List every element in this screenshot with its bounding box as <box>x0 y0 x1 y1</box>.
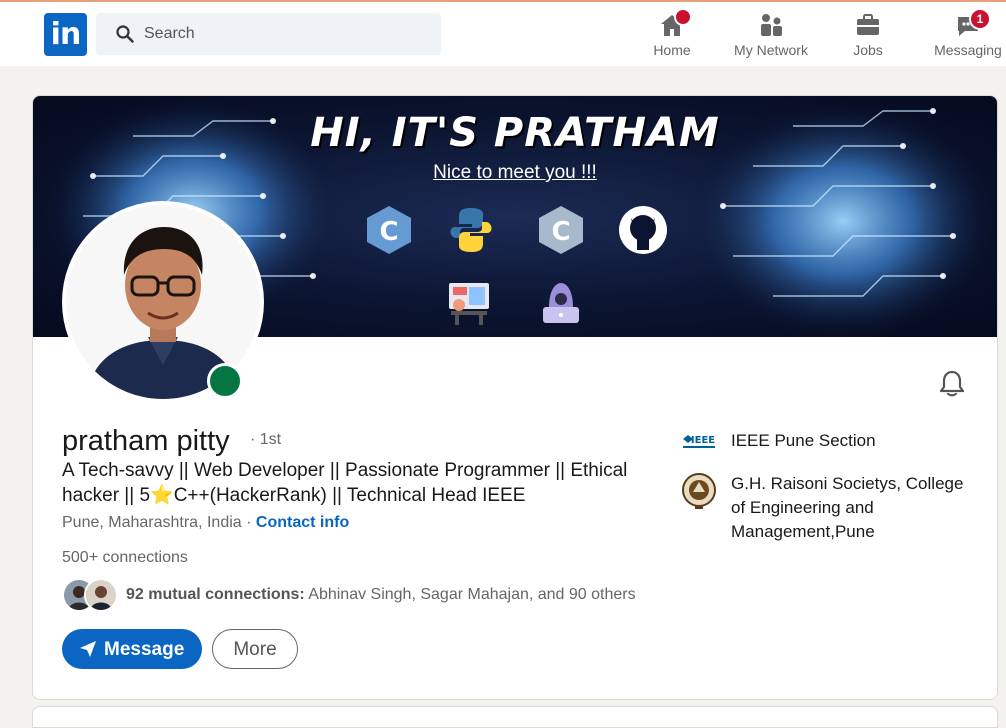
network-icon <box>761 14 782 36</box>
profile-location-row: Pune, Maharashtra, India · Contact info <box>62 514 349 532</box>
nav-item-messaging-label: Messaging <box>934 42 1002 58</box>
message-button-label: Message <box>104 639 185 660</box>
ieee-logo-icon: IEEE <box>681 429 717 463</box>
nav-item-home-label: Home <box>653 42 691 58</box>
mutual-connections-text: 92 mutual connections: Abhinav Singh, Sa… <box>126 586 636 604</box>
mutual-connections-names: Abhinav Singh, Sagar Mahajan, and 90 oth… <box>304 586 636 603</box>
online-status-indicator <box>207 363 243 399</box>
top-navigation-bar: in Home My Network Jobs <box>0 2 1006 66</box>
coding-desk-icon <box>449 283 489 325</box>
contact-info-link[interactable]: Contact info <box>256 514 349 531</box>
banner-title: HI, IT'S PRATHAM <box>310 110 720 156</box>
search-box[interactable] <box>96 13 441 55</box>
more-button[interactable]: More <box>212 629 298 669</box>
location-separator: · <box>241 514 256 531</box>
more-button-label: More <box>233 639 277 660</box>
profile-card: HI, IT'S PRATHAM Nice to meet you !!! C … <box>32 95 998 700</box>
profile-location: Pune, Maharashtra, India <box>62 514 242 531</box>
next-section-card <box>32 706 998 728</box>
raisoni-seal-icon <box>682 473 716 509</box>
connections-number: 500+ <box>62 549 99 566</box>
connections-count[interactable]: 500+ connections <box>62 549 188 567</box>
message-button[interactable]: Message <box>62 629 202 669</box>
mutual-connections-count: 92 mutual connections: <box>126 586 305 603</box>
briefcase-icon <box>857 14 879 35</box>
nav-item-messaging[interactable]: 1 Messaging <box>930 8 1006 62</box>
github-icon <box>619 206 667 254</box>
search-input[interactable] <box>144 13 424 55</box>
search-icon <box>116 25 134 43</box>
connections-label: connections <box>98 549 188 566</box>
org-name: IEEE Pune Section <box>731 431 876 450</box>
bell-icon[interactable] <box>936 367 968 399</box>
python-icon <box>450 208 492 252</box>
svg-text:C: C <box>379 217 398 247</box>
nav-item-jobs-label: Jobs <box>853 42 883 58</box>
svg-text:IEEE: IEEE <box>691 435 715 446</box>
nav-item-home[interactable]: Home <box>642 8 702 62</box>
nav-item-jobs[interactable]: Jobs <box>838 8 898 62</box>
messaging-badge: 1 <box>969 8 991 30</box>
c-icon: C <box>539 206 583 254</box>
home-notification-dot <box>674 8 692 26</box>
hacker-laptop-icon <box>543 283 579 323</box>
nav-item-my-network-label: My Network <box>734 42 808 58</box>
send-icon <box>80 641 96 657</box>
banner-subtitle: Nice to meet you !!! <box>433 162 597 183</box>
connection-degree: · 1st <box>250 431 282 448</box>
star-icon: ⭐ <box>150 485 174 506</box>
c-plus-plus-icon: C <box>367 206 411 254</box>
headline-text-part2: C++(HackerRank) || Technical Head IEEE <box>173 485 526 506</box>
profile-name: pratham pitty <box>62 425 230 457</box>
nav-item-my-network[interactable]: My Network <box>726 8 816 62</box>
svg-text:C: C <box>551 217 570 247</box>
org-name: G.H. Raisoni Societys, College of Engine… <box>731 474 964 541</box>
linkedin-logo-icon[interactable]: in <box>44 13 87 56</box>
mutual-avatar <box>84 578 118 612</box>
profile-headline: A Tech-savvy || Web Developer || Passion… <box>62 458 652 508</box>
